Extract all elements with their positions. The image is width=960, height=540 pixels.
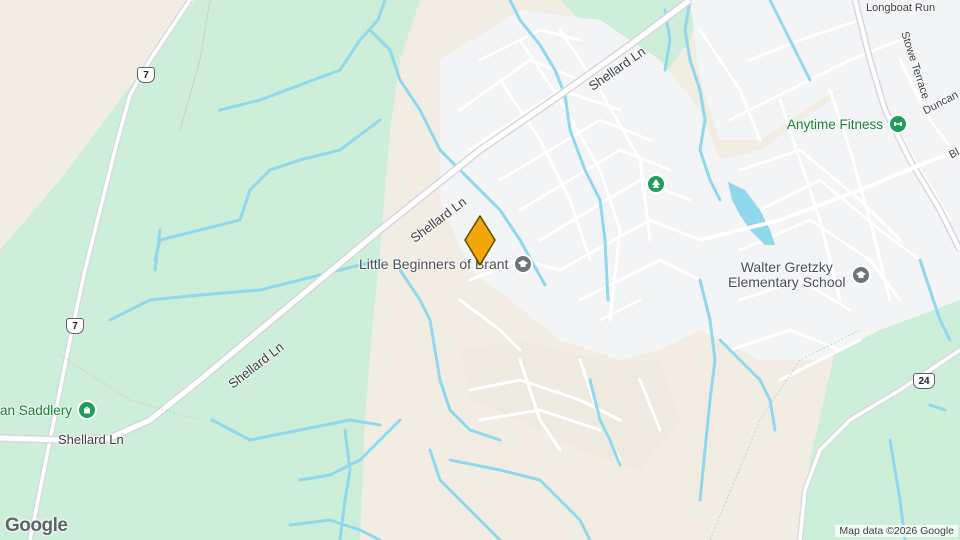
school-pin-icon xyxy=(850,265,871,285)
poi-anytime-fitness-label: Anytime Fitness xyxy=(787,116,884,132)
tree-pin-icon[interactable] xyxy=(646,174,666,194)
location-marker-icon[interactable] xyxy=(463,215,497,267)
road-label-longboat-run: Longboat Run xyxy=(866,2,936,14)
poi-little-beginners[interactable]: Little Beginners of Brant xyxy=(359,254,534,274)
poi-gretzky-label-line2: Elementary School xyxy=(728,274,846,290)
poi-anytime-fitness[interactable]: Anytime Fitness xyxy=(787,114,909,134)
shopping-pin-icon xyxy=(77,400,98,420)
fitness-pin-icon xyxy=(888,114,909,134)
poi-saddlery[interactable]: an Saddlery xyxy=(0,400,98,420)
poi-walter-gretzky-school[interactable]: Walter Gretzky Elementary School xyxy=(728,260,871,290)
poi-gretzky-label-line1: Walter Gretzky xyxy=(740,259,833,275)
highway-7-shield-south: 7 xyxy=(66,318,84,334)
map-attribution[interactable]: Map data ©2026 Google xyxy=(835,525,958,537)
school-pin-icon xyxy=(513,254,534,274)
poi-saddlery-label: an Saddlery xyxy=(0,402,73,418)
road-label-shellard-ln-west: Shellard Ln xyxy=(58,432,124,447)
google-logo: Google xyxy=(5,515,68,536)
highway-24-shield: 24 xyxy=(913,373,935,389)
map-canvas[interactable]: Shellard Ln Shellard Ln Shellard Ln Shel… xyxy=(0,0,960,540)
highway-7-shield-north: 7 xyxy=(137,67,155,83)
